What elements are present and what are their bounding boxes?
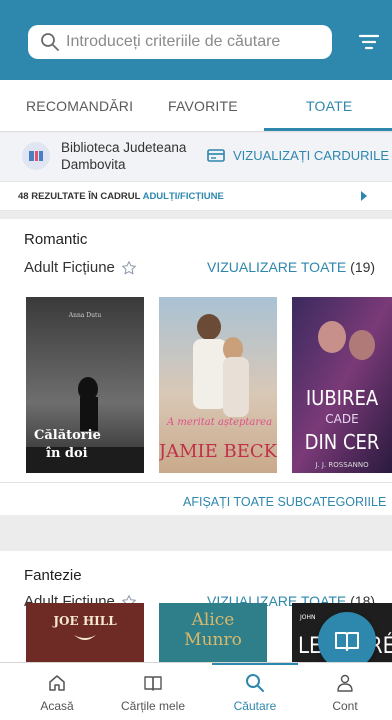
book-author-line2: Munro <box>184 630 242 650</box>
nav-my-books[interactable]: Cărțile mele <box>113 673 193 713</box>
nav-label: Acasă <box>40 699 74 713</box>
show-all-subcategories-link[interactable]: AFIȘAȚI TOATE SUBCATEGORIILE <box>183 495 386 509</box>
app-header: Introduceți criteriile de căutare <box>0 0 392 80</box>
results-row[interactable]: 48 REZULTATE ÎN CADRUL ADULȚI/FICȚIUNE <box>0 181 392 211</box>
library-name: Biblioteca Judeteana Dambovita <box>61 140 187 172</box>
book-cover[interactable]: JOE HILL <box>26 603 144 662</box>
tab-bar: RECOMANDĂRI FAVORITE TOATE <box>0 80 392 132</box>
nav-label: Cărțile mele <box>120 699 186 713</box>
nav-home[interactable]: Acasă <box>17 673 97 713</box>
view-cards-label: VIZUALIZAȚI CARDURILE <box>233 148 390 163</box>
book-author-first: JOHN <box>299 614 316 621</box>
book-title-line1: Călătorie <box>34 428 101 443</box>
book-author: JOE HILL <box>52 614 117 628</box>
star-icon[interactable] <box>121 260 137 276</box>
results-count: 48 REZULTATE ÎN CADRUL ADULȚI/FICȚIUNE <box>18 191 224 202</box>
card-icon <box>207 149 225 162</box>
chevron-right-icon[interactable] <box>361 191 367 201</box>
bottom-nav: Acasă Cărțile mele Căutare Cont <box>0 662 392 720</box>
section-title: Fantezie <box>24 567 82 584</box>
tab-favorites[interactable]: FAVORITE <box>168 98 238 114</box>
active-nav-indicator <box>212 663 298 665</box>
section-title: Romantic <box>24 231 88 248</box>
nav-search[interactable]: Căutare <box>215 673 295 713</box>
book-author: Anna Dutu <box>68 312 102 319</box>
nav-account[interactable]: Cont <box>305 673 385 713</box>
book-author: JAMIE BECK <box>159 441 277 462</box>
view-cards-button[interactable]: VIZUALIZAȚI CARDURILE <box>207 148 389 163</box>
book-title-line1: IUBIREA <box>306 386 379 410</box>
book-cover[interactable]: IUBIREA CADE DIN CER J. J. ROSSANNO <box>292 297 392 473</box>
search-icon <box>41 33 59 51</box>
view-all-link[interactable]: VIZUALIZARE TOATE (19) <box>207 259 375 275</box>
open-book-icon <box>335 632 359 651</box>
book-author: J. J. ROSSANNO <box>314 461 369 469</box>
book-title: A meritat așteptarea <box>166 417 272 428</box>
nav-label: Cont <box>332 699 358 713</box>
section-subcategory: Adult Ficțiune <box>24 259 137 276</box>
book-icon <box>144 676 162 691</box>
book-title-line2: CADE <box>325 412 358 426</box>
book-cover[interactable]: A meritat așteptarea JAMIE BECK <box>159 297 277 473</box>
search-input[interactable]: Introduceți criteriile de căutare <box>28 25 332 59</box>
book-cover[interactable]: Alice Munro <box>159 603 267 662</box>
search-icon <box>246 674 264 692</box>
section-romantic: Romantic Adult Ficțiune VIZUALIZARE TOAT… <box>0 219 392 515</box>
library-books-icon <box>22 142 50 170</box>
library-row: Biblioteca Judeteana Dambovita VIZUALIZA… <box>0 133 392 181</box>
search-placeholder: Introduceți criteriile de căutare <box>66 33 281 50</box>
divider <box>0 482 392 483</box>
filter-icon[interactable] <box>358 32 380 52</box>
book-title-line3: DIN CER <box>305 430 380 454</box>
active-tab-indicator <box>264 128 392 131</box>
results-category: ADULȚI/FICȚIUNE <box>142 191 224 202</box>
home-icon <box>49 675 65 691</box>
nav-label: Căutare <box>233 699 277 713</box>
book-cover[interactable]: Anna Dutu Călătorie în doi <box>26 297 144 473</box>
tab-all[interactable]: TOATE <box>306 98 352 114</box>
book-author-line1: Alice <box>191 610 235 630</box>
user-icon <box>337 674 353 692</box>
book-title-line2: în doi <box>46 446 88 461</box>
tab-recommendations[interactable]: RECOMANDĂRI <box>26 98 133 114</box>
